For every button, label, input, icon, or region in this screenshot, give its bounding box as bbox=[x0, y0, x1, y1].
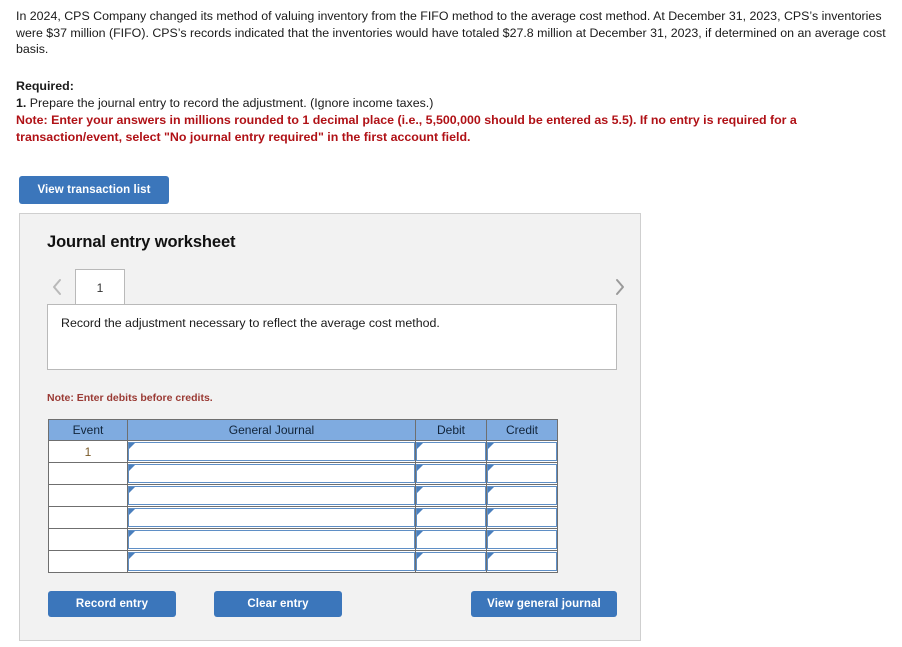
credit-input[interactable] bbox=[487, 442, 557, 461]
clear-entry-button[interactable]: Clear entry bbox=[214, 591, 342, 617]
debit-cell bbox=[415, 462, 487, 485]
credit-input[interactable] bbox=[487, 552, 557, 571]
debit-input[interactable] bbox=[416, 552, 486, 571]
worksheet-tab-1[interactable]: 1 bbox=[75, 269, 125, 305]
table-row bbox=[48, 462, 558, 485]
event-cell bbox=[48, 484, 128, 507]
problem-statement: In 2024, CPS Company changed its method … bbox=[16, 8, 886, 58]
general-journal-cell bbox=[127, 506, 416, 529]
required-block: Required: 1. Prepare the journal entry t… bbox=[16, 78, 891, 145]
general-journal-cell bbox=[127, 528, 416, 551]
table-row bbox=[48, 528, 558, 551]
answer-format-note: Note: Enter your answers in millions rou… bbox=[16, 113, 797, 144]
event-cell bbox=[48, 462, 128, 485]
debit-input[interactable] bbox=[416, 486, 486, 505]
debit-cell bbox=[415, 528, 487, 551]
debit-input[interactable] bbox=[416, 442, 486, 461]
debit-cell bbox=[415, 506, 487, 529]
credit-input[interactable] bbox=[487, 486, 557, 505]
table-row bbox=[48, 506, 558, 529]
event-cell bbox=[48, 528, 128, 551]
worksheet-tabstrip: 1 bbox=[47, 269, 624, 305]
table-row bbox=[48, 484, 558, 507]
problem-statement-text: In 2024, CPS Company changed its method … bbox=[16, 9, 886, 56]
general-journal-input[interactable] bbox=[128, 442, 415, 461]
worksheet-tab-1-label: 1 bbox=[96, 280, 104, 295]
credit-cell bbox=[486, 550, 558, 573]
credit-cell bbox=[486, 528, 558, 551]
journal-entry-table: Event General Journal Debit Credit 1 bbox=[48, 419, 558, 573]
column-header-event: Event bbox=[48, 419, 128, 441]
general-journal-input[interactable] bbox=[128, 552, 415, 571]
enter-debits-before-credits-note: Note: Enter debits before credits. bbox=[47, 392, 213, 404]
required-item-text: Prepare the journal entry to record the … bbox=[26, 95, 434, 110]
credit-input[interactable] bbox=[487, 530, 557, 549]
view-transaction-list-button[interactable]: View transaction list bbox=[19, 176, 169, 204]
event-cell bbox=[48, 506, 128, 529]
required-label: Required: bbox=[16, 79, 74, 93]
credit-cell bbox=[486, 462, 558, 485]
debit-input[interactable] bbox=[416, 464, 486, 483]
required-item-1: 1. Prepare the journal entry to record t… bbox=[16, 95, 891, 112]
general-journal-input[interactable] bbox=[128, 464, 415, 483]
general-journal-cell bbox=[127, 440, 416, 463]
worksheet-description-box: Record the adjustment necessary to refle… bbox=[47, 304, 617, 370]
credit-cell bbox=[486, 506, 558, 529]
credit-input[interactable] bbox=[487, 508, 557, 527]
table-row: 1 bbox=[48, 440, 558, 463]
view-general-journal-button[interactable]: View general journal bbox=[471, 591, 617, 617]
record-entry-button[interactable]: Record entry bbox=[48, 591, 176, 617]
event-cell: 1 bbox=[48, 440, 128, 463]
debit-cell bbox=[415, 484, 487, 507]
credit-cell bbox=[486, 440, 558, 463]
debit-input[interactable] bbox=[416, 508, 486, 527]
general-journal-cell bbox=[127, 462, 416, 485]
credit-cell bbox=[486, 484, 558, 507]
debit-input[interactable] bbox=[416, 530, 486, 549]
worksheet-description-text: Record the adjustment necessary to refle… bbox=[61, 316, 440, 330]
general-journal-cell bbox=[127, 550, 416, 573]
general-journal-input[interactable] bbox=[128, 530, 415, 549]
credit-input[interactable] bbox=[487, 464, 557, 483]
worksheet-title: Journal entry worksheet bbox=[47, 233, 236, 251]
column-header-credit: Credit bbox=[486, 419, 558, 441]
required-item-number: 1. bbox=[16, 95, 27, 110]
general-journal-cell bbox=[127, 484, 416, 507]
general-journal-input[interactable] bbox=[128, 486, 415, 505]
chevron-left-icon[interactable] bbox=[47, 275, 67, 299]
debit-cell bbox=[415, 440, 487, 463]
chevron-right-icon[interactable] bbox=[609, 275, 629, 299]
table-row bbox=[48, 550, 558, 573]
journal-entry-worksheet-panel: Journal entry worksheet 1 Record the adj… bbox=[19, 213, 641, 641]
general-journal-input[interactable] bbox=[128, 508, 415, 527]
column-header-debit: Debit bbox=[415, 419, 487, 441]
column-header-general-journal: General Journal bbox=[127, 419, 416, 441]
debit-cell bbox=[415, 550, 487, 573]
table-header-row: Event General Journal Debit Credit bbox=[48, 419, 558, 441]
event-cell bbox=[48, 550, 128, 573]
